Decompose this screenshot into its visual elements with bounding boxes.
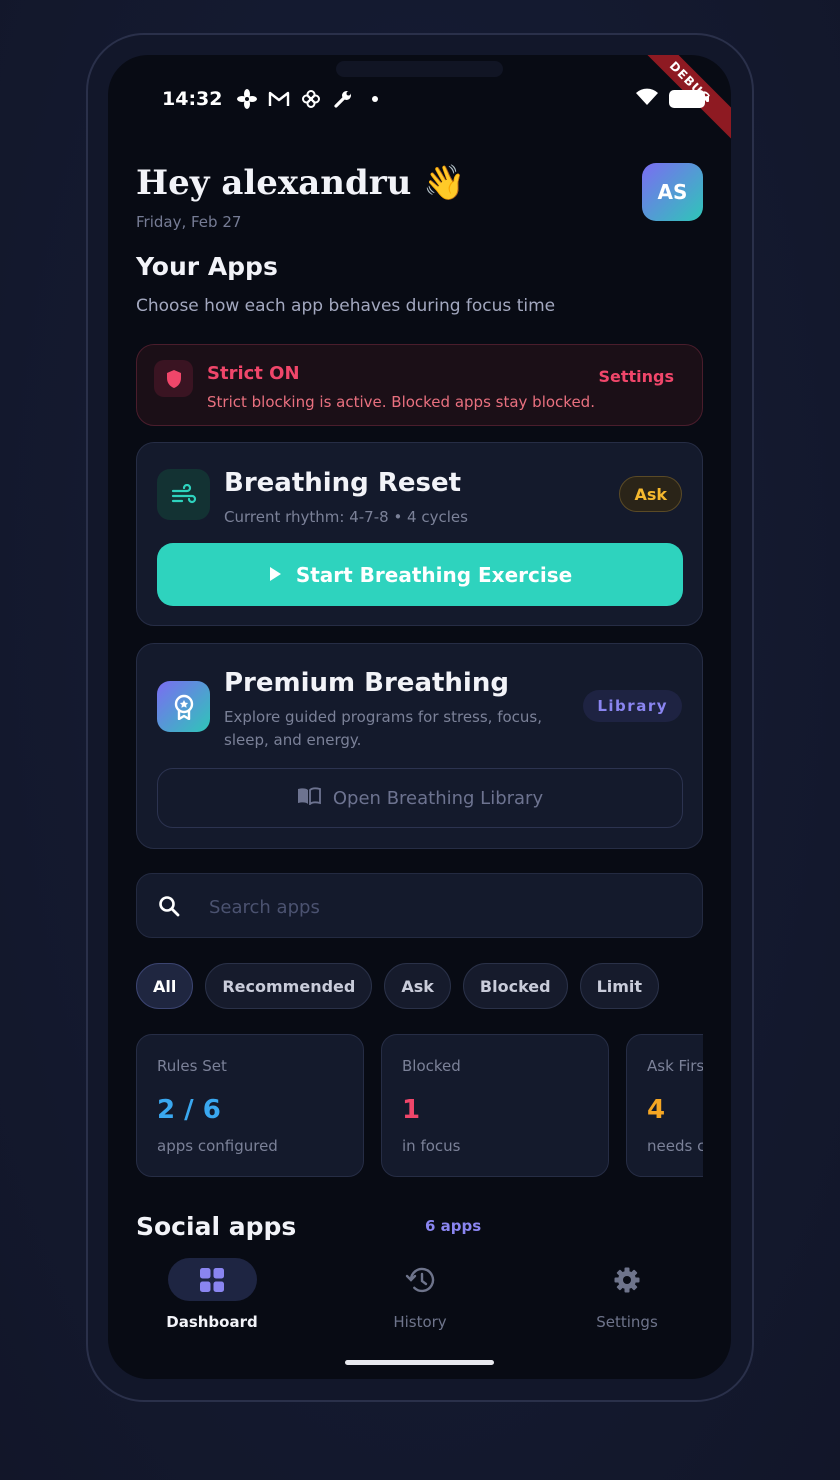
search-icon: [157, 894, 181, 922]
your-apps-title: Your Apps: [136, 252, 278, 281]
stat-label: Ask First: [647, 1057, 703, 1075]
search-input[interactable]: [209, 892, 669, 922]
breathing-title: Breathing Reset: [224, 468, 462, 498]
breathing-reset-card: Breathing Reset Current rhythm: 4-7-8 • …: [136, 442, 703, 626]
gear-icon: [583, 1258, 672, 1301]
pinwheel-icon: [300, 88, 322, 110]
stat-value: 2 / 6: [157, 1095, 221, 1125]
premium-title: Premium Breathing: [224, 668, 509, 698]
nav-history[interactable]: History: [350, 1258, 490, 1331]
filter-chips: All Recommended Ask Blocked Limit: [136, 963, 660, 1009]
avatar[interactable]: AS: [642, 163, 703, 221]
start-breathing-button[interactable]: Start Breathing Exercise: [157, 543, 683, 606]
filter-chip-recommended[interactable]: Recommended: [205, 963, 373, 1009]
strict-mode-banner: Strict ON Strict blocking is active. Blo…: [136, 344, 703, 426]
stats-row[interactable]: Rules Set 2 / 6 apps configured Blocked …: [136, 1034, 703, 1178]
strict-description: Strict blocking is active. Blocked apps …: [207, 393, 595, 411]
phone-screen: DEBUG 14:32 Hey alexandru 👋 Friday, Feb …: [108, 55, 731, 1379]
stat-value: 1: [402, 1095, 421, 1125]
book-icon: [297, 786, 321, 810]
social-apps-title: Social apps: [136, 1212, 297, 1241]
dot-icon: [364, 88, 386, 110]
premium-breathing-card: Premium Breathing Explore guided program…: [136, 643, 703, 849]
stat-caption: needs check: [647, 1137, 703, 1155]
stat-caption: apps configured: [157, 1137, 278, 1155]
breathing-rhythm: Current rhythm: 4-7-8 • 4 cycles: [224, 508, 468, 526]
stat-label: Rules Set: [157, 1057, 227, 1075]
stat-card-blocked: Blocked 1 in focus: [381, 1034, 609, 1177]
award-icon: [157, 681, 210, 732]
filter-chip-blocked[interactable]: Blocked: [462, 963, 568, 1009]
nav-dashboard-label: Dashboard: [166, 1313, 258, 1331]
nav-dashboard[interactable]: Dashboard: [142, 1258, 282, 1331]
grid-icon: [167, 1258, 257, 1301]
open-library-button[interactable]: Open Breathing Library: [157, 768, 683, 828]
stat-label: Blocked: [402, 1057, 461, 1075]
filter-chip-limit[interactable]: Limit: [579, 963, 660, 1009]
start-breathing-label: Start Breathing Exercise: [295, 562, 573, 587]
wind-icon: [157, 469, 210, 520]
stat-card-rules: Rules Set 2 / 6 apps configured: [136, 1034, 364, 1177]
stat-card-ask-first: Ask First 4 needs check: [626, 1034, 703, 1177]
social-apps-count: 6 apps: [425, 1217, 482, 1235]
history-icon: [376, 1258, 465, 1301]
search-bar: [136, 873, 703, 938]
stat-caption: in focus: [402, 1137, 461, 1155]
battery-icon: [669, 90, 709, 108]
camera-notch: [336, 61, 503, 77]
status-time: 14:32: [162, 88, 223, 110]
filter-chip-ask[interactable]: Ask: [384, 963, 451, 1009]
gmail-icon: [268, 88, 290, 110]
your-apps-subtitle: Choose how each app behaves during focus…: [136, 296, 556, 316]
nav-settings-label: Settings: [596, 1313, 658, 1331]
filter-chip-all[interactable]: All: [136, 963, 194, 1009]
wifi-icon: [635, 88, 659, 110]
wrench-icon: [332, 88, 354, 110]
nav-settings[interactable]: Settings: [557, 1258, 697, 1331]
premium-description: Explore guided programs for stress, focu…: [224, 708, 543, 749]
open-library-label: Open Breathing Library: [332, 787, 544, 809]
nav-history-label: History: [393, 1313, 447, 1331]
greeting-title: Hey alexandru 👋: [136, 163, 466, 203]
strict-settings-link[interactable]: Settings: [598, 367, 674, 386]
shield-icon: [154, 360, 193, 397]
home-indicator[interactable]: [345, 1360, 494, 1365]
library-badge[interactable]: Library: [583, 690, 682, 722]
bottom-nav: Dashboard History Settings: [108, 1250, 731, 1342]
status-bar: 14:32: [162, 86, 386, 112]
current-date: Friday, Feb 27: [136, 213, 242, 231]
ask-badge[interactable]: Ask: [619, 476, 682, 512]
strict-title: Strict ON: [207, 363, 300, 384]
play-icon: [268, 563, 282, 587]
status-right: [635, 88, 709, 110]
fan-icon: [236, 88, 258, 110]
stat-value: 4: [647, 1095, 666, 1125]
